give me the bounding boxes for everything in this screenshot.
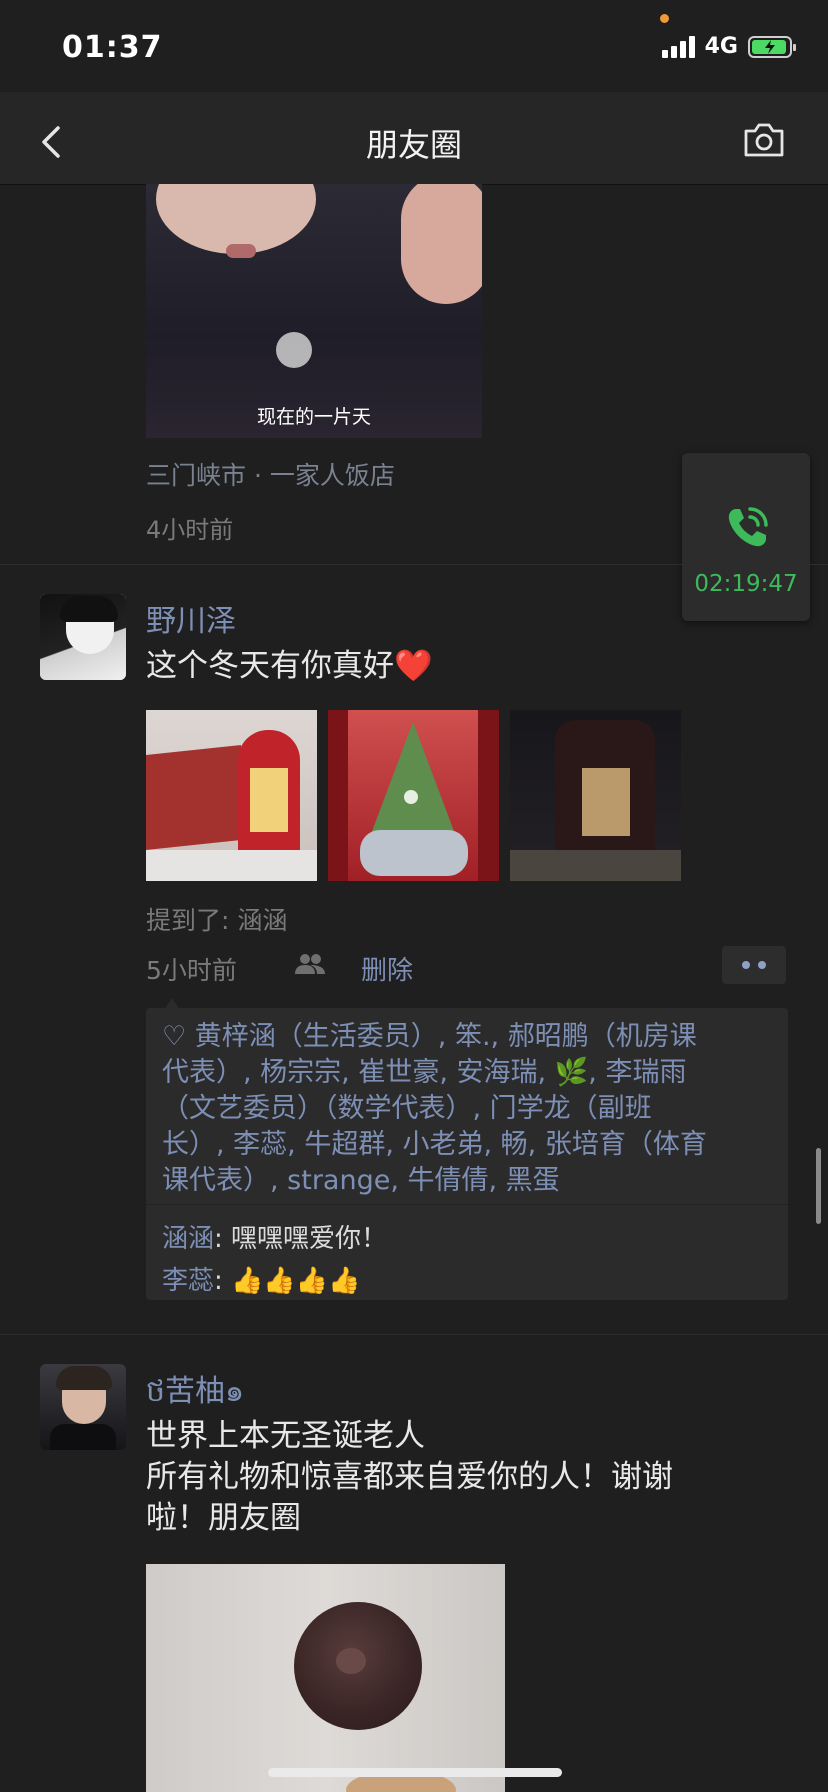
comment-item[interactable]: 涵涵: 嘿嘿嘿爱你！ xyxy=(162,1218,387,1255)
mention-label[interactable]: 提到了: 涵涵 xyxy=(146,901,287,937)
call-duration: 02:19:47 xyxy=(694,571,798,597)
page-title: 朋友圈 xyxy=(365,126,462,164)
post-divider xyxy=(0,564,828,565)
likes-line: 长）, 李蕊, 牛超群, 小老弟, 畅, 张培育（体育 xyxy=(162,1129,707,1160)
post-photo[interactable] xyxy=(328,710,499,881)
network-label: 4G xyxy=(704,34,738,59)
likes-line: （文艺委员）（数学代表）, 门学龙（副班 xyxy=(162,1093,652,1124)
post-text-line: 啦！朋友圈 xyxy=(146,1500,301,1536)
more-actions-button[interactable] xyxy=(722,946,786,984)
photo-caption: 现在的一片天 xyxy=(256,406,371,428)
signal-icon xyxy=(661,35,695,58)
floating-call-widget[interactable]: 02:19:47 xyxy=(682,453,810,621)
comment-text: : 嘿嘿嘿爱你！ xyxy=(214,1224,388,1254)
comment-author[interactable]: 涵涵 xyxy=(162,1224,214,1254)
avatar[interactable] xyxy=(40,594,126,680)
phone-call-icon xyxy=(728,507,768,547)
comment-item[interactable]: 李蕊: 👍👍👍👍 xyxy=(162,1260,361,1297)
post-photo[interactable] xyxy=(510,710,681,881)
post-text: 这个冬天有你真好❤️ xyxy=(146,648,433,684)
delete-button[interactable]: 删除 xyxy=(361,950,413,987)
likes-comments-box: ♡ 黄梓涵（生活委员）, 笨., 郝昭鹏（机房课 代表）, 杨宗宗, 崔世豪, … xyxy=(146,998,788,1300)
post-photo[interactable] xyxy=(146,1564,505,1792)
comment-text: : 👍👍👍👍 xyxy=(214,1266,361,1296)
scrollbar[interactable] xyxy=(816,1148,821,1224)
status-icons: 4G xyxy=(661,34,796,59)
camera-icon[interactable] xyxy=(742,120,786,160)
post-text-line: 所有礼物和惊喜都来自爱你的人！谢谢 xyxy=(146,1459,673,1495)
post-time: 5小时前 xyxy=(146,956,237,985)
likes-line: 课代表）, strange, 牛倩倩, 黑蛋 xyxy=(162,1165,560,1196)
post-photo[interactable]: 现在的一片天 xyxy=(146,184,482,438)
post-divider xyxy=(0,1334,828,1335)
friends-visibility-icon[interactable] xyxy=(294,952,326,976)
post-author[interactable]: ថ苦柚๑ xyxy=(146,1366,244,1416)
likes-line: 代表）, 杨宗宗, 崔世豪, 安海瑞, 🌿, 李瑞雨 xyxy=(162,1057,687,1088)
mic-indicator-dot xyxy=(660,14,669,23)
likes-list[interactable]: ♡ 黄梓涵（生活委员）, 笨., 郝昭鹏（机房课 代表）, 杨宗宗, 崔世豪, … xyxy=(162,1019,788,1199)
comment-author[interactable]: 李蕊 xyxy=(162,1266,214,1296)
avatar[interactable] xyxy=(40,1364,126,1450)
likes-divider xyxy=(146,1204,788,1205)
post-location[interactable]: 三门峡市 · 一家人饭店 xyxy=(146,456,395,492)
post-text: 世界上本无圣诞老人 所有礼物和惊喜都来自爱你的人！谢谢 啦！朋友圈 xyxy=(146,1416,766,1539)
likes-line: ♡ 黄梓涵（生活委员）, 笨., 郝昭鹏（机房课 xyxy=(162,1021,697,1052)
post-author[interactable]: 野川泽 xyxy=(146,596,236,640)
post-time: 4小时前 xyxy=(146,516,234,544)
home-indicator[interactable] xyxy=(268,1768,562,1777)
post-photo[interactable] xyxy=(146,710,317,881)
battery-icon xyxy=(748,35,796,58)
status-time: 01:37 xyxy=(62,30,163,65)
post-text-line: 世界上本无圣诞老人 xyxy=(146,1418,425,1454)
bubble-arrow xyxy=(164,998,180,1010)
